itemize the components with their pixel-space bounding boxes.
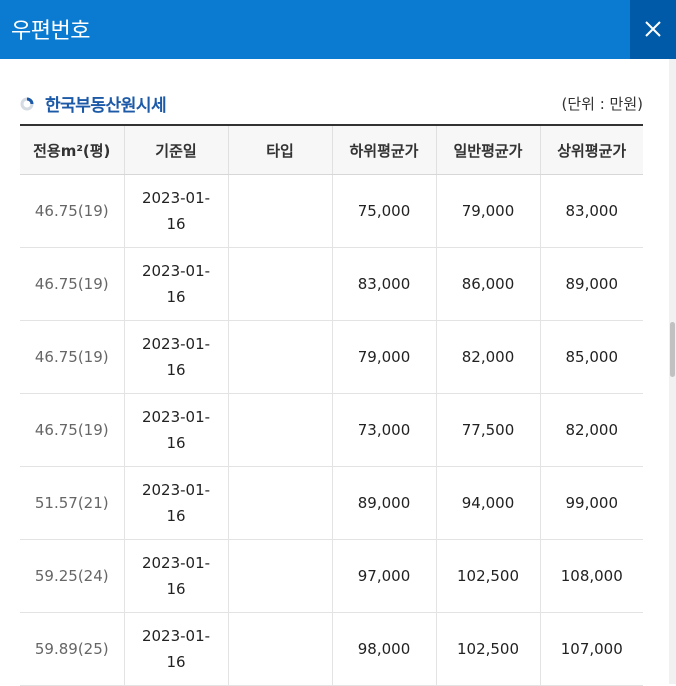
cell-type [227,393,332,467]
cell-mid: 86,000 [435,247,540,321]
table-row: 46.75(19) 2023-01- 16 83,000 86,000 89,00… [20,247,643,321]
cell-type [227,466,332,540]
cell-area: 46.75(19) [20,174,124,248]
cell-area: 46.75(19) [20,393,124,467]
col-header-type: 타입 [227,124,332,175]
table-row: 51.57(21) 2023-01- 16 89,000 94,000 99,00… [20,466,643,540]
cell-type [227,539,332,613]
cell-mid: 79,000 [435,174,540,248]
cell-high: 89,000 [539,247,643,321]
price-table: 전용m²(평) 기준일 타입 하위평균가 일반평균가 상위평균가 46.75(1… [20,124,643,686]
date-line-2: 16 [166,507,186,525]
cell-date: 2023-01- 16 [123,612,228,686]
cell-type [227,247,332,321]
date-line-2: 16 [166,215,186,233]
table-row: 46.75(19) 2023-01- 16 73,000 77,500 82,00… [20,393,643,467]
close-button[interactable] [630,0,676,59]
table-row: 59.25(24) 2023-01- 16 97,000 102,500 108,… [20,539,643,613]
date-line-1: 2023-01- [141,408,211,426]
cell-high: 108,000 [539,539,643,613]
col-header-high: 상위평균가 [539,124,643,175]
cell-low: 79,000 [331,320,436,394]
table-header-row: 전용m²(평) 기준일 타입 하위평균가 일반평균가 상위평균가 [20,124,643,175]
date-line-1: 2023-01- [141,554,211,572]
unit-note: (단위 : 만원) [561,95,644,113]
cell-type [227,174,332,248]
col-header-low: 하위평균가 [331,124,436,175]
close-icon [645,21,661,37]
cell-date: 2023-01- 16 [123,393,228,467]
cell-area: 46.75(19) [20,320,124,394]
date-line-1: 2023-01- [141,627,211,645]
scrollbar-thumb[interactable] [670,322,675,377]
page-title: 우편번호 [11,19,90,44]
date-line-2: 16 [166,361,186,379]
cell-mid: 77,500 [435,393,540,467]
cell-low: 97,000 [331,539,436,613]
cell-mid: 82,000 [435,320,540,394]
col-header-mid: 일반평균가 [435,124,540,175]
cell-date: 2023-01- 16 [123,466,228,540]
table-row: 46.75(19) 2023-01- 16 75,000 79,000 83,00… [20,174,643,248]
cell-low: 89,000 [331,466,436,540]
date-line-1: 2023-01- [141,481,211,499]
cell-low: 98,000 [331,612,436,686]
date-line-1: 2023-01- [141,335,211,353]
cell-date: 2023-01- 16 [123,539,228,613]
section-title: 한국부동산원시세 [45,96,167,116]
date-line-1: 2023-01- [141,262,211,280]
header-bar: 우편번호 [0,0,676,59]
col-header-area: 전용m²(평) [20,124,124,175]
cell-type [227,320,332,394]
cell-mid: 102,500 [435,539,540,613]
cell-high: 99,000 [539,466,643,540]
cell-area: 46.75(19) [20,247,124,321]
section-header: 한국부동산원시세 (단위 : 만원) [20,91,643,117]
cell-date: 2023-01- 16 [123,320,228,394]
cell-low: 73,000 [331,393,436,467]
date-line-2: 16 [166,653,186,671]
col-header-date: 기준일 [123,124,228,175]
scrollbar[interactable] [669,59,676,684]
cell-low: 75,000 [331,174,436,248]
cell-high: 83,000 [539,174,643,248]
cell-area: 59.89(25) [20,612,124,686]
cell-area: 51.57(21) [20,466,124,540]
cell-high: 82,000 [539,393,643,467]
cell-high: 107,000 [539,612,643,686]
date-line-2: 16 [166,434,186,452]
date-line-2: 16 [166,580,186,598]
cell-date: 2023-01- 16 [123,174,228,248]
cell-date: 2023-01- 16 [123,247,228,321]
cell-mid: 102,500 [435,612,540,686]
date-line-2: 16 [166,288,186,306]
table-row: 46.75(19) 2023-01- 16 79,000 82,000 85,00… [20,320,643,394]
cell-type [227,612,332,686]
date-line-1: 2023-01- [141,189,211,207]
table-row: 59.89(25) 2023-01- 16 98,000 102,500 107,… [20,612,643,686]
loading-ring-icon [20,97,34,111]
cell-mid: 94,000 [435,466,540,540]
cell-high: 85,000 [539,320,643,394]
cell-low: 83,000 [331,247,436,321]
cell-area: 59.25(24) [20,539,124,613]
